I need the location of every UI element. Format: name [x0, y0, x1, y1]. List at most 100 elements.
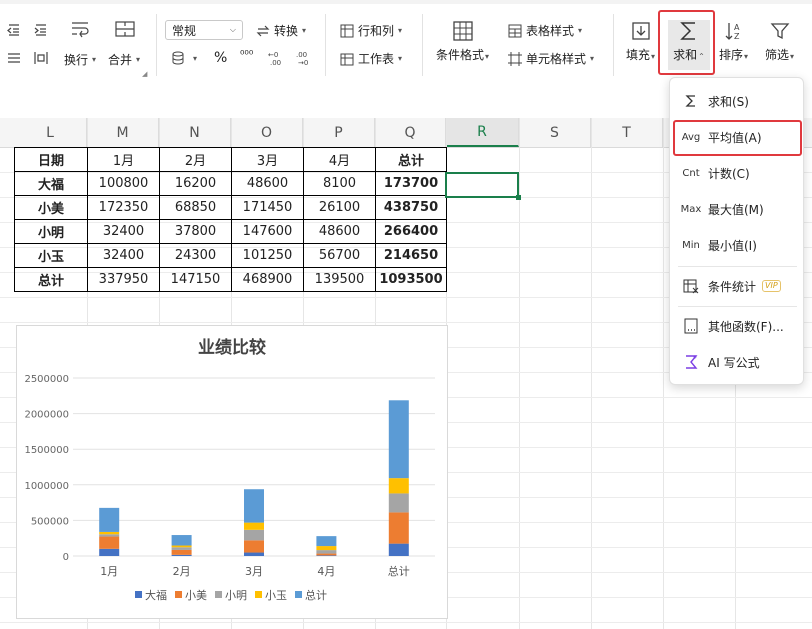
percent-format-button[interactable]: %: [214, 50, 227, 66]
menu-item-max[interactable]: Max 最大值(M): [676, 195, 798, 223]
chart-bar-segment: [99, 507, 120, 532]
decrease-decimal-icon[interactable]: .00 →0: [296, 50, 312, 66]
column-header-r[interactable]: R: [446, 118, 519, 147]
table-cell[interactable]: 468900: [231, 267, 304, 292]
other-functions-icon: [678, 318, 704, 334]
merge-cells-icon[interactable]: [114, 20, 136, 38]
currency-format-icon[interactable]: ▾: [171, 50, 197, 66]
table-cell[interactable]: 小明: [14, 219, 88, 244]
table-cell[interactable]: 2月: [159, 147, 232, 172]
menu-item-count[interactable]: Cnt 计数(C): [676, 159, 798, 187]
ribbon-separator: [156, 14, 157, 76]
column-header-l[interactable]: L: [14, 118, 87, 147]
table-cell[interactable]: 337950: [87, 267, 160, 292]
table-cell[interactable]: 48600: [231, 171, 304, 196]
svg-text:.00: .00: [296, 51, 307, 59]
table-cell[interactable]: 214650: [375, 243, 447, 268]
menu-item-sum[interactable]: 求和(S): [676, 87, 798, 115]
distributed-align-icon[interactable]: [33, 50, 49, 66]
menu-item-conditional-stats[interactable]: 条件统计 VIP: [676, 272, 798, 300]
chart-legend: 大福 小美 小明 小玉 总计: [135, 588, 327, 602]
cell-style-button[interactable]: 单元格样式 ▾: [507, 50, 594, 67]
column-header-s[interactable]: S: [519, 118, 591, 147]
table-cell[interactable]: 总计: [375, 147, 447, 172]
table-cell[interactable]: 48600: [303, 219, 376, 244]
worksheet-button[interactable]: 工作表 ▾: [339, 50, 402, 67]
table-cell[interactable]: 32400: [87, 243, 160, 268]
table-cell[interactable]: 日期: [14, 147, 88, 172]
table-cell[interactable]: 4月: [303, 147, 376, 172]
table-cell[interactable]: 171450: [231, 195, 304, 220]
chart-y-tick-label: 0: [63, 552, 69, 563]
conditional-format-button[interactable]: 条件格式▾: [436, 20, 489, 63]
table-cell[interactable]: 26100: [303, 195, 376, 220]
menu-divider: [678, 306, 797, 307]
rows-columns-button[interactable]: 行和列 ▾: [339, 22, 402, 39]
decrease-indent-icon[interactable]: [6, 22, 22, 38]
column-header-o[interactable]: O: [231, 118, 303, 147]
table-cell[interactable]: 139500: [303, 267, 376, 292]
chart-bar-segment: [244, 529, 264, 541]
wrap-text-button[interactable]: 换行 ▾: [64, 51, 96, 68]
legend-label: 小玉: [265, 589, 287, 602]
chart-y-tick-label: 500000: [31, 516, 69, 527]
table-row: 小美 172350 68850 171450 26100 438750: [14, 195, 447, 220]
table-cell[interactable]: 147600: [231, 219, 304, 244]
table-cell[interactable]: 438750: [375, 195, 447, 220]
table-cell[interactable]: 24300: [159, 243, 232, 268]
table-cell[interactable]: 172350: [87, 195, 160, 220]
menu-item-ai-formula[interactable]: AI 写公式: [676, 348, 798, 376]
column-header-m[interactable]: M: [87, 118, 159, 147]
fill-button[interactable]: 填充▾: [626, 20, 655, 63]
table-cell[interactable]: 37800: [159, 219, 232, 244]
svg-text:.00: .00: [270, 59, 281, 66]
column-header-q[interactable]: Q: [375, 118, 446, 147]
table-cell[interactable]: 100800: [87, 171, 160, 196]
column-header-t[interactable]: T: [591, 118, 663, 147]
table-cell[interactable]: 68850: [159, 195, 232, 220]
table-cell[interactable]: 3月: [231, 147, 304, 172]
align-left-icon[interactable]: [6, 50, 22, 66]
menu-item-other-functions[interactable]: 其他函数(F)...: [676, 312, 798, 340]
svg-text:A: A: [734, 23, 740, 32]
filter-button[interactable]: 筛选▾: [765, 20, 794, 63]
increase-decimal-icon[interactable]: ←0.00: [268, 50, 284, 66]
sort-button[interactable]: AZ 排序▾: [719, 20, 748, 63]
alignment-dialog-launcher-icon[interactable]: ◢: [142, 70, 147, 78]
table-cell[interactable]: 大福: [14, 171, 88, 196]
table-cell[interactable]: 266400: [375, 219, 447, 244]
table-cell[interactable]: 32400: [87, 219, 160, 244]
table-cell[interactable]: 147150: [159, 267, 232, 292]
stacked-bar-chart[interactable]: 业绩比较 2500000 2000000 1500000 1000000 500000 0…: [16, 325, 448, 619]
table-cell[interactable]: 小玉: [14, 243, 88, 268]
sum-button-highlight: [658, 10, 715, 75]
chart-x-tick-label: 总计: [388, 564, 410, 578]
increase-indent-icon[interactable]: [33, 22, 49, 38]
table-cell[interactable]: 小美: [14, 195, 88, 220]
table-style-button[interactable]: 表格样式 ▾: [507, 22, 582, 39]
min-icon: Min: [682, 239, 700, 251]
svg-text:←0: ←0: [268, 51, 278, 59]
chart-bar-segment: [316, 553, 337, 556]
active-cell-r[interactable]: [445, 172, 521, 200]
table-cell[interactable]: 16200: [159, 171, 232, 196]
table-cell[interactable]: 56700: [303, 243, 376, 268]
merge-cells-button[interactable]: 合并 ▾: [108, 51, 140, 68]
conditional-format-icon: [452, 21, 473, 41]
column-header-p[interactable]: P: [303, 118, 375, 147]
chart-x-tick-label: 4月: [317, 565, 335, 578]
table-cell[interactable]: 1月: [87, 147, 160, 172]
column-header-n[interactable]: N: [159, 118, 231, 147]
table-cell[interactable]: 8100: [303, 171, 376, 196]
legend-swatch: [295, 591, 302, 598]
number-format-dropdown[interactable]: 常规 ⌵: [165, 20, 243, 40]
table-cell[interactable]: 总计: [14, 267, 88, 292]
ribbon-toolbar: 换行 ▾ 合并 ▾ ◢ 常规 ⌵ 转换 ▾ ▾ % ⁰⁰⁰ ←0.00 .00 →0 行和…: [0, 0, 812, 85]
table-cell[interactable]: 101250: [231, 243, 304, 268]
table-cell[interactable]: 173700: [375, 171, 447, 196]
thousands-separator-button[interactable]: ⁰⁰⁰: [240, 48, 253, 61]
table-cell[interactable]: 1093500: [375, 267, 447, 292]
wrap-text-icon[interactable]: [70, 20, 90, 38]
menu-item-min[interactable]: Min 最小值(I): [676, 231, 798, 259]
convert-button[interactable]: 转换 ▾: [255, 22, 306, 39]
